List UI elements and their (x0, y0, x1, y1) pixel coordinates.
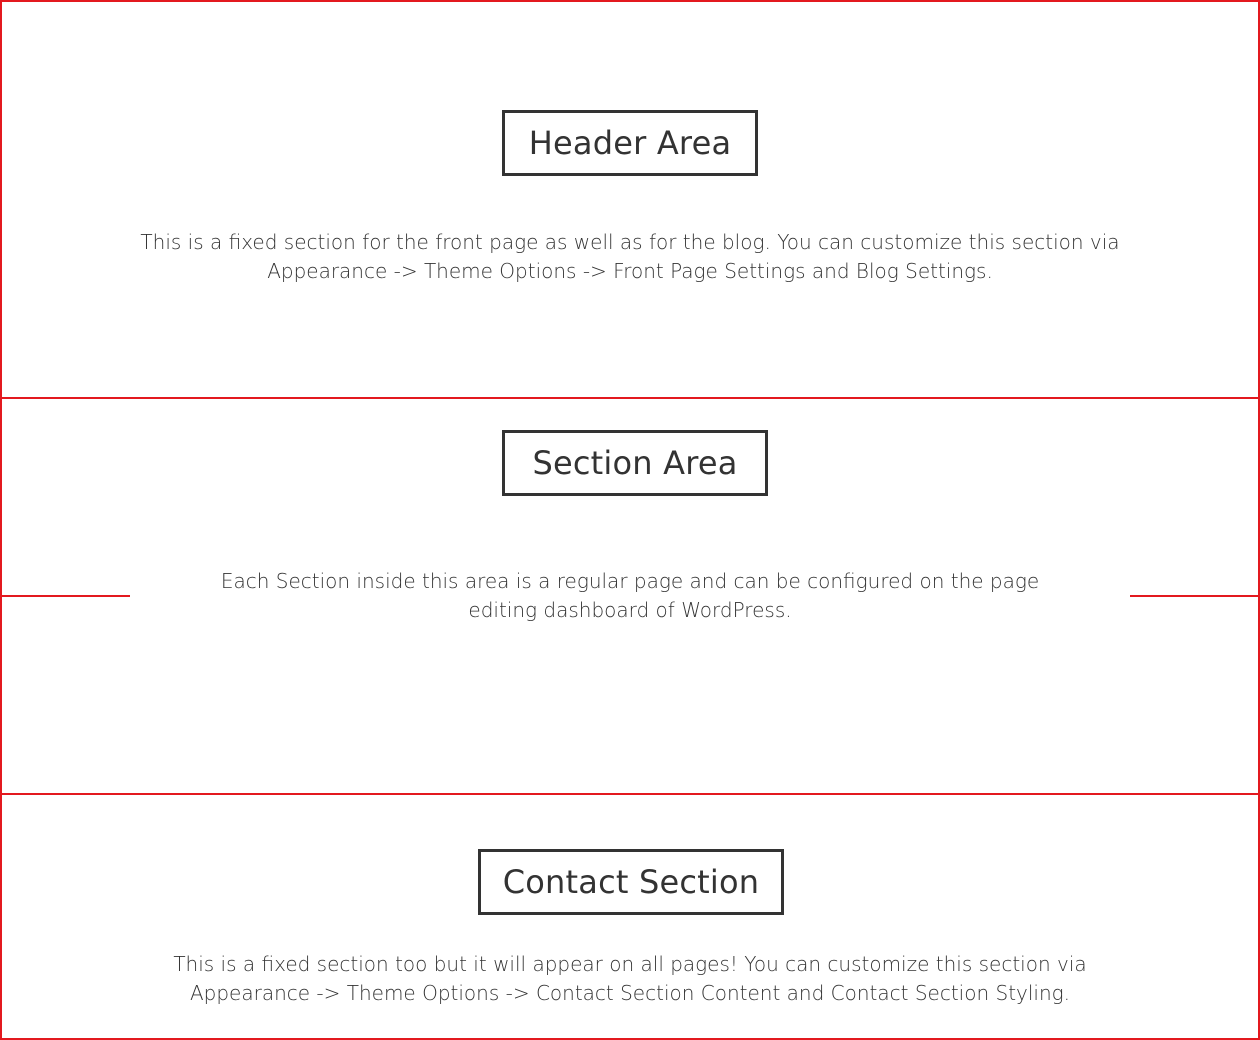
section-contact-divider (0, 793, 1260, 795)
header-area-title: Header Area (502, 110, 758, 176)
section-midline-left (0, 595, 130, 597)
header-area-description: This is a fixed section for the front pa… (60, 228, 1200, 286)
section-area-description: Each Section inside this area is a regul… (150, 567, 1110, 625)
header-section-divider (0, 397, 1260, 399)
section-area-title: Section Area (502, 430, 768, 496)
contact-section-description-line-2: Appearance -> Theme Options -> Contact S… (189, 981, 1071, 1005)
contact-section-title: Contact Section (478, 849, 784, 915)
section-midline-right (1130, 595, 1260, 597)
contact-section-description: This is a fixed section too but it will … (60, 950, 1200, 1008)
header-area-description-line-2: Appearance -> Theme Options -> Front Pag… (267, 259, 993, 283)
header-area-description-line-1: This is a fixed section for the front pa… (140, 230, 1120, 254)
section-area-description-line-1: Each Section inside this area is a regul… (220, 569, 1040, 593)
section-area-description-line-2: editing dashboard of WordPress. (468, 598, 792, 622)
contact-section-description-line-1: This is a fixed section too but it will … (173, 952, 1087, 976)
